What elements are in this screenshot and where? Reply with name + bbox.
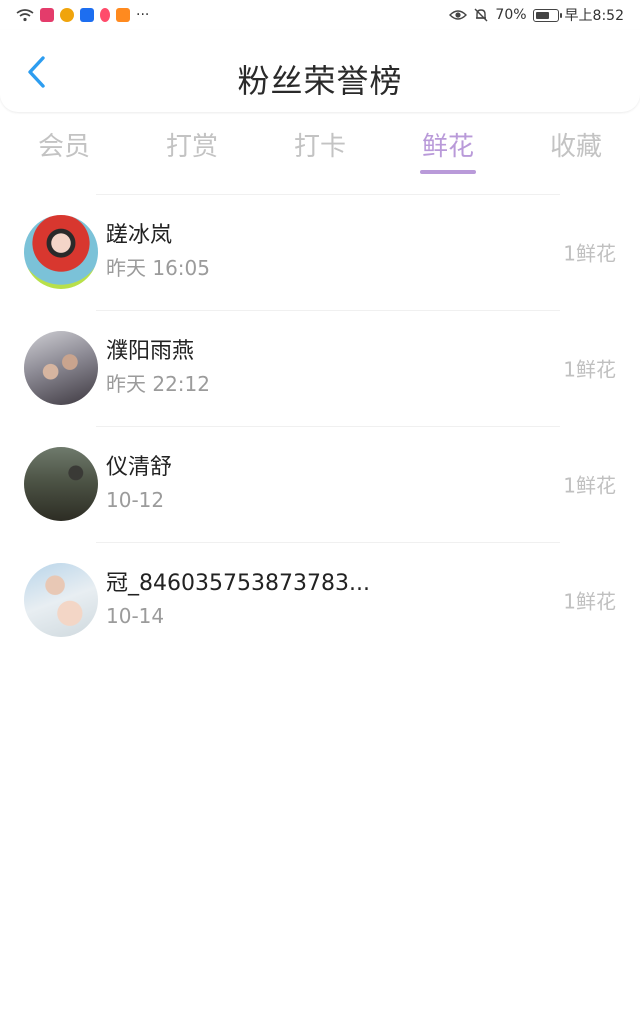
status-left: ··· xyxy=(16,7,149,23)
tab-label: 打赏 xyxy=(165,132,218,162)
avatar[interactable] xyxy=(24,447,98,521)
flower-count: 1鲜花 xyxy=(563,589,616,614)
tab-bar: 会员 打赏 打卡 鲜花 收藏 xyxy=(0,120,640,180)
status-bar: ··· 70% 早上8:52 xyxy=(0,0,640,30)
tab-favorites[interactable]: 收藏 xyxy=(512,120,640,180)
active-tab-indicator xyxy=(420,170,476,174)
item-info: 冠_846035753873783... 10-14 xyxy=(106,569,370,631)
app-notification-icon xyxy=(116,8,130,22)
bell-off-icon xyxy=(474,8,488,22)
flower-count: 1鲜花 xyxy=(563,357,616,382)
list-item[interactable]: 蹉冰岚 昨天 16:05 1鲜花 xyxy=(0,194,640,310)
tab-label: 会员 xyxy=(37,132,90,162)
battery-percent: 70% xyxy=(495,7,527,23)
tab-rewards[interactable]: 打赏 xyxy=(128,120,256,180)
item-info: 仪清舒 10-12 xyxy=(106,453,172,515)
avatar[interactable] xyxy=(24,215,98,289)
fan-name: 冠_846035753873783... xyxy=(106,571,370,596)
more-notifications-icon: ··· xyxy=(136,7,150,23)
app-header: 粉丝荣誉榜 xyxy=(0,30,640,112)
battery-icon xyxy=(532,8,562,22)
fan-time: 10-12 xyxy=(106,488,165,512)
list-item[interactable]: 冠_846035753873783... 10-14 1鲜花 xyxy=(0,542,640,658)
page-title: 粉丝荣誉榜 xyxy=(237,62,403,100)
eye-icon xyxy=(449,10,468,20)
tab-label: 打卡 xyxy=(293,132,346,162)
flower-count: 1鲜花 xyxy=(563,473,616,498)
fan-time: 昨天 22:12 xyxy=(106,372,210,396)
avatar[interactable] xyxy=(24,563,98,637)
avatar[interactable] xyxy=(24,331,98,405)
app-notification-icon xyxy=(100,8,110,22)
wifi-icon xyxy=(16,9,34,22)
fan-time: 10-14 xyxy=(106,604,165,628)
app-notification-icon xyxy=(40,8,54,22)
list-item[interactable]: 仪清舒 10-12 1鲜花 xyxy=(0,426,640,542)
tab-label: 鲜花 xyxy=(421,132,474,162)
fan-name: 濮阳雨燕 xyxy=(106,339,195,364)
fan-time: 昨天 16:05 xyxy=(106,256,210,280)
status-right: 70% 早上8:52 xyxy=(449,5,624,25)
item-info: 濮阳雨燕 昨天 22:12 xyxy=(106,337,210,399)
fan-ranking-list: 蹉冰岚 昨天 16:05 1鲜花 濮阳雨燕 昨天 22:12 1鲜花 仪清舒 1… xyxy=(0,194,640,658)
fan-name: 蹉冰岚 xyxy=(106,223,173,248)
flower-count: 1鲜花 xyxy=(563,241,616,266)
tab-label: 收藏 xyxy=(549,132,602,162)
fan-name: 仪清舒 xyxy=(106,455,173,480)
tab-flowers[interactable]: 鲜花 xyxy=(384,120,512,180)
battery-level-fill xyxy=(535,11,549,19)
app-notification-icon xyxy=(60,8,74,22)
tab-checkin[interactable]: 打卡 xyxy=(256,120,384,180)
tab-members[interactable]: 会员 xyxy=(0,120,128,180)
item-info: 蹉冰岚 昨天 16:05 xyxy=(106,221,210,283)
app-notification-icon xyxy=(80,8,94,22)
clock: 早上8:52 xyxy=(564,8,624,24)
list-item[interactable]: 濮阳雨燕 昨天 22:12 1鲜花 xyxy=(0,310,640,426)
